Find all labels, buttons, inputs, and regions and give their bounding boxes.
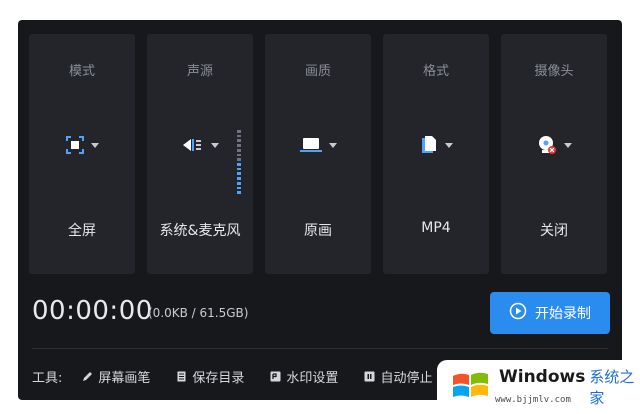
mode-card[interactable]: 模式 全屏 — [29, 34, 135, 274]
divider — [32, 348, 608, 349]
screen-pen-label: 屏幕画笔 — [98, 370, 151, 386]
audio-level-meter — [237, 130, 241, 195]
watermark-url: www.bjjmlv.com — [495, 395, 571, 405]
pause-icon — [364, 371, 375, 382]
camera-value: 关闭 — [540, 223, 568, 239]
windows-logo-icon — [451, 368, 491, 407]
audio-level-segment — [237, 177, 241, 180]
audio-source-card[interactable]: 声源 系统&麦克风 — [147, 34, 253, 274]
audio-level-segment — [237, 181, 241, 185]
audio-level-segment — [237, 163, 241, 166]
format-dropdown-caret[interactable] — [445, 142, 453, 148]
audio-level-segment — [237, 153, 241, 157]
watermark-icon — [270, 371, 281, 382]
format-card[interactable]: 格式 MP4 — [383, 34, 489, 274]
laptop-icon[interactable] — [299, 135, 323, 155]
quality-title: 画质 — [304, 64, 331, 79]
mode-title: 模式 — [68, 64, 95, 79]
audio-level-segment — [237, 134, 241, 138]
audio-level-segment — [237, 148, 241, 152]
save-directory-label: 保存目录 — [192, 370, 245, 386]
mode-dropdown-caret[interactable] — [91, 142, 99, 148]
audio-level-segment — [237, 144, 241, 147]
start-recording-label: 开始录制 — [535, 306, 591, 322]
auto-stop-label: 自动停止 — [380, 370, 433, 386]
format-title: 格式 — [422, 64, 449, 79]
audio-level-segment — [237, 191, 241, 195]
screen-pen-tool[interactable]: 屏幕画笔 — [82, 367, 150, 386]
pen-icon — [82, 371, 93, 382]
file-icon[interactable] — [419, 134, 439, 156]
audio-level-segment — [237, 186, 241, 190]
mode-value: 全屏 — [68, 223, 96, 239]
audio-source-dropdown-caret[interactable] — [211, 142, 219, 148]
audio-level-segment — [237, 167, 241, 171]
quality-dropdown-caret[interactable] — [329, 142, 337, 148]
document-icon — [176, 371, 187, 382]
watermark-settings-label: 水印设置 — [286, 370, 339, 386]
speaker-icon[interactable] — [181, 135, 205, 155]
file-size-info: (0.0KB / 61.5GB) — [148, 306, 249, 320]
tools-bar: 工具: 屏幕画笔 保存目录 水印设置 自动停止 — [32, 366, 458, 386]
format-value: MP4 — [421, 220, 451, 236]
save-directory-tool[interactable]: 保存目录 — [176, 367, 244, 386]
watermark-cn: 系统之家 — [589, 368, 635, 407]
audio-level-segment — [237, 130, 241, 133]
camera-card[interactable]: 摄像头 关闭 — [501, 34, 607, 274]
quality-value: 原画 — [304, 223, 332, 239]
site-watermark: Windows 系统之家 www.bjjmlv.com — [437, 360, 640, 414]
start-recording-button[interactable]: 开始录制 — [490, 292, 610, 334]
audio-source-title: 声源 — [186, 64, 213, 79]
auto-stop-tool[interactable]: 自动停止 — [364, 367, 432, 386]
audio-level-segment — [237, 158, 241, 162]
recording-timer: 00:00:00 — [32, 296, 153, 326]
quality-card[interactable]: 画质 原画 — [265, 34, 371, 274]
watermark-settings-tool[interactable]: 水印设置 — [270, 367, 338, 386]
camera-dropdown-caret[interactable] — [564, 142, 572, 148]
recorder-window: 模式 全屏 声源 系统&麦克风 画质 原画 格式 MP4 摄像头 关闭 00:0… — [18, 20, 622, 400]
audio-level-segment — [237, 172, 241, 176]
camera-title: 摄像头 — [534, 64, 574, 79]
watermark-brand: Windows — [499, 367, 586, 387]
audio-level-segment — [237, 139, 241, 143]
fullscreen-icon[interactable] — [65, 135, 85, 155]
play-circle-icon — [509, 302, 527, 324]
webcam-off-icon[interactable] — [536, 134, 558, 156]
audio-source-value: 系统&麦克风 — [159, 223, 241, 239]
tools-label: 工具: — [32, 370, 63, 386]
